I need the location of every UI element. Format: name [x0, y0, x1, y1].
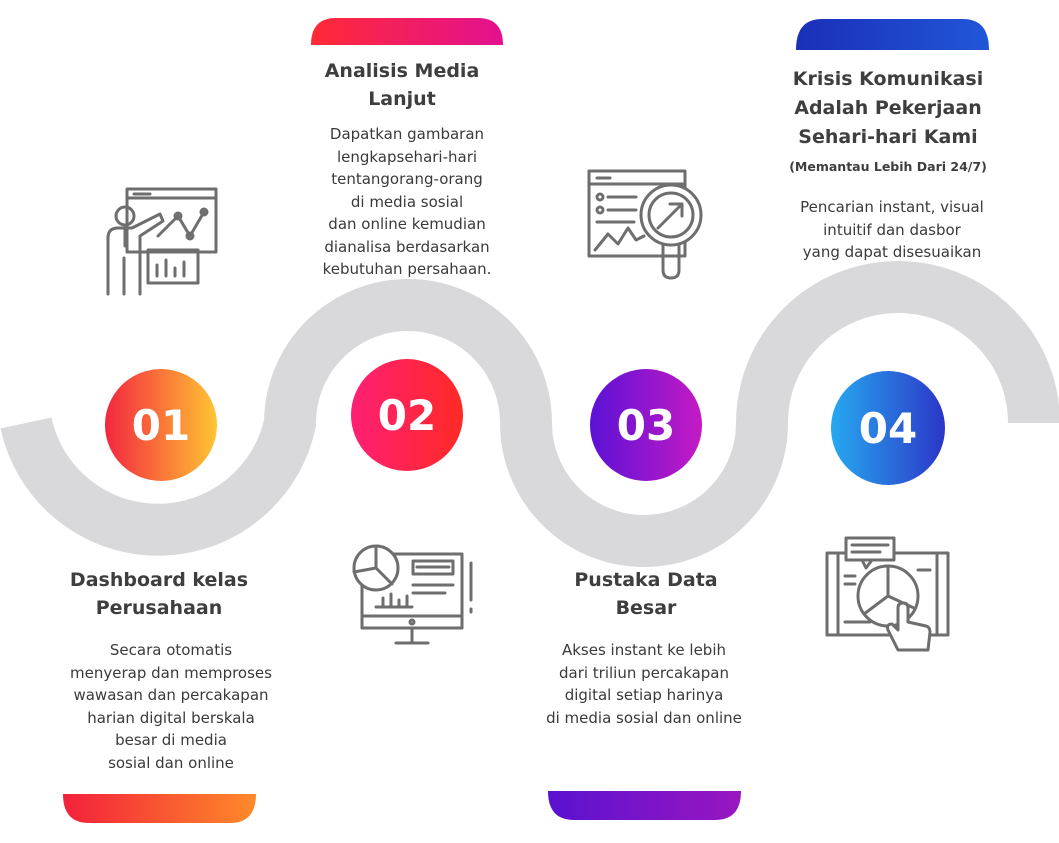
accent-cap-step2 — [311, 18, 503, 45]
step-title-01: Dashboard kelas Perusahaan — [69, 569, 249, 619]
step-number: 04 — [859, 404, 917, 453]
step-description-03: Akses instant ke lebih dari triliun perc… — [546, 641, 742, 727]
step-title-04: Krisis Komunikasi Adalah Pekerjaan Sehar… — [792, 68, 984, 148]
accent-cap-step4 — [796, 19, 989, 50]
step-number: 03 — [617, 401, 675, 450]
step-badge-04: 04 — [831, 371, 945, 485]
accent-cap-step3 — [548, 791, 741, 820]
step-subtitle-04: (Memantau Lebih Dari 24/7) — [789, 159, 987, 174]
step-badge-01: 01 — [105, 369, 217, 481]
presentation-chart-icon — [106, 187, 218, 296]
step-badge-02: 02 — [351, 359, 463, 471]
step-description-04: Pencarian instant, visual intuitif dan d… — [800, 198, 984, 261]
magnifier-report-icon — [587, 169, 703, 280]
step-number: 02 — [378, 391, 436, 440]
step-title-03: Pustaka Data Besar — [574, 569, 718, 619]
step-number: 01 — [132, 401, 190, 450]
step-description-01: Secara otomatis menyerap dan memproses w… — [70, 641, 272, 772]
accent-cap-step1 — [63, 794, 256, 823]
step-badge-03: 03 — [590, 369, 702, 481]
step-title-02: Analisis Media Lanjut — [324, 60, 480, 110]
step-description-02: Dapatkan gambaran lengkapsehari-hari ten… — [322, 125, 492, 278]
monitor-analytics-icon — [352, 544, 473, 645]
touch-dashboard-icon — [825, 536, 950, 652]
